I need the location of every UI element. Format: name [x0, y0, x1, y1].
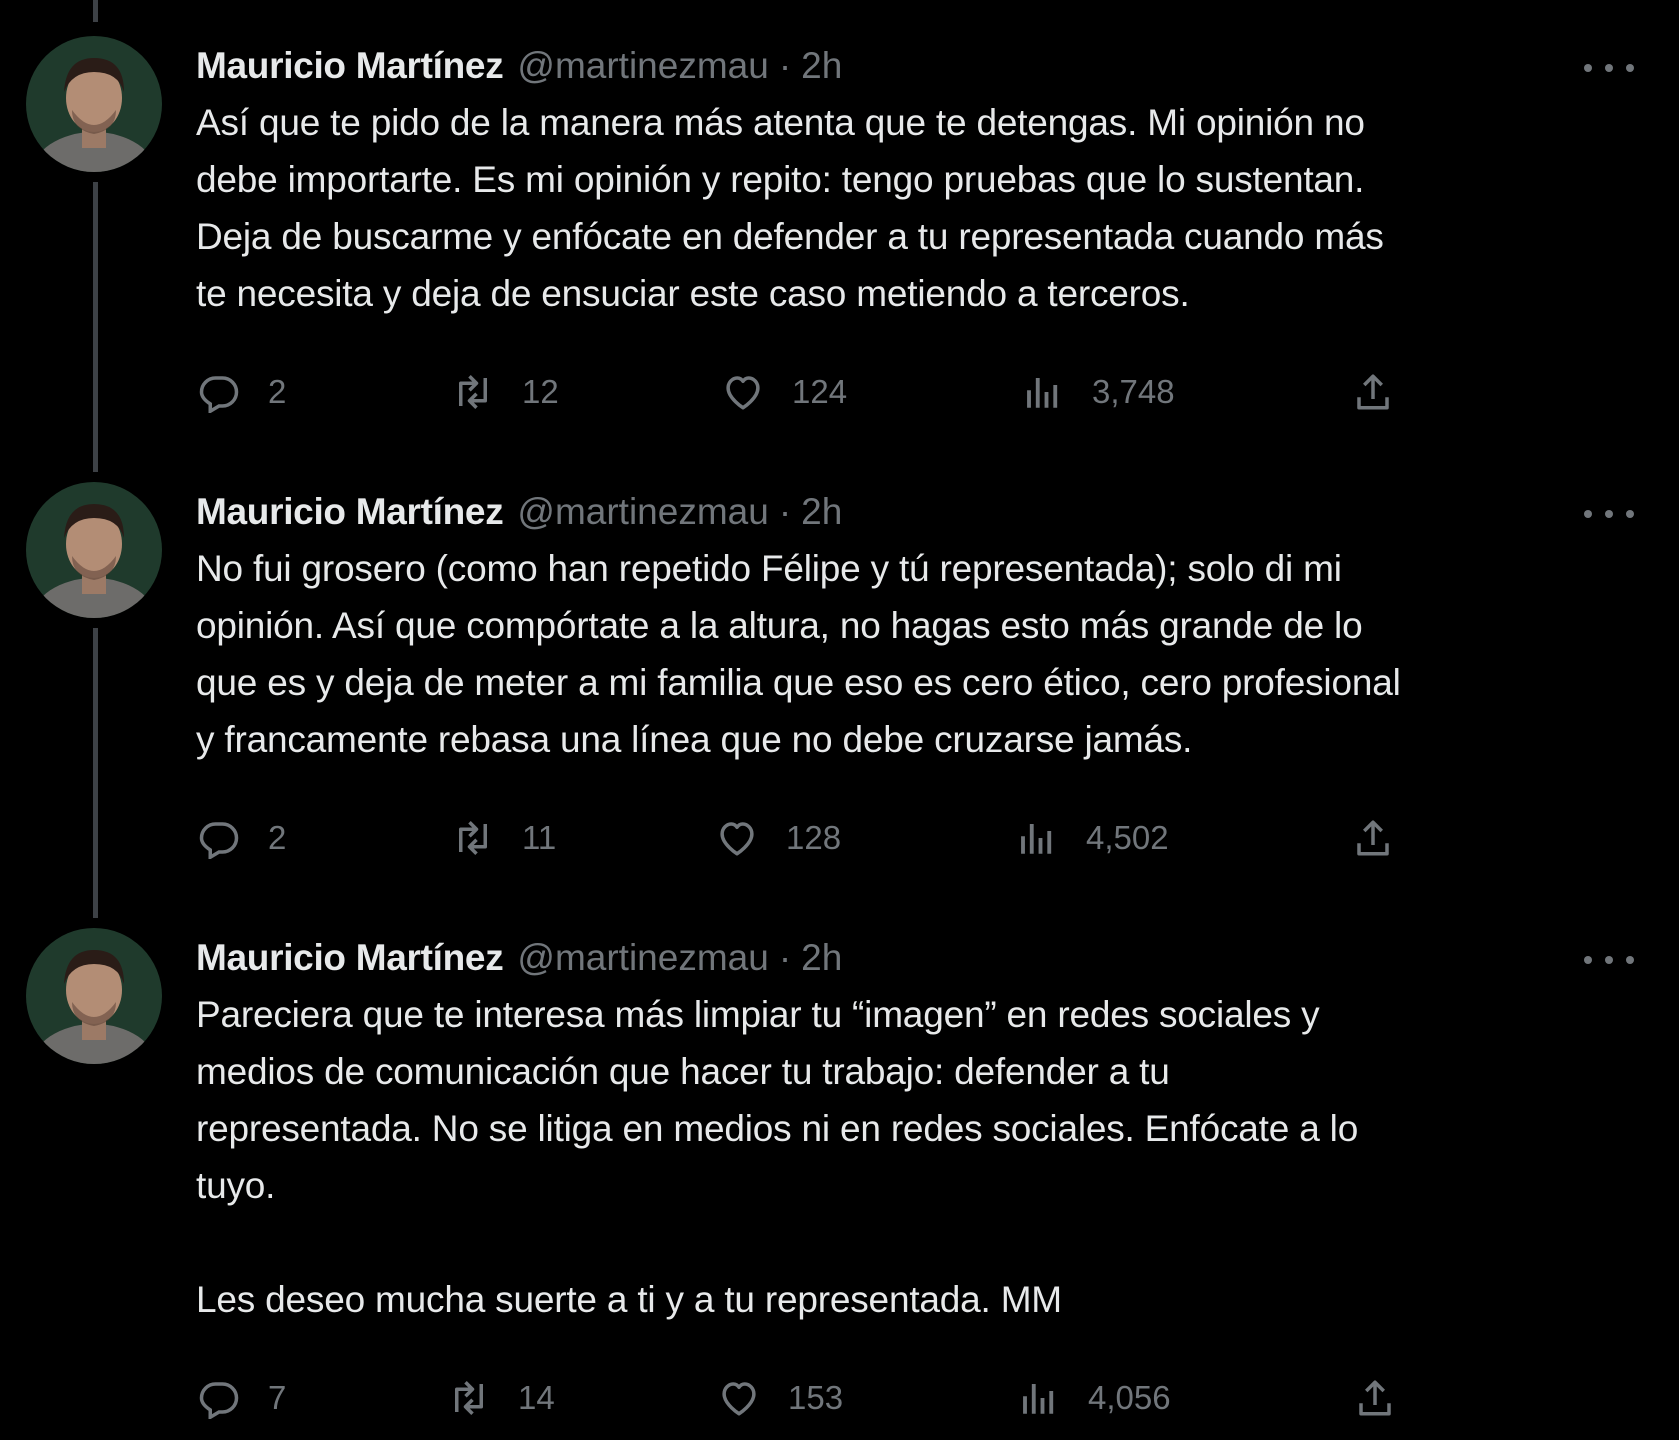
share-button[interactable] [1352, 362, 1394, 422]
like-button[interactable]: 128 [716, 808, 841, 868]
views-count: 4,056 [1088, 1379, 1171, 1416]
retweet-button[interactable]: 11 [452, 808, 556, 868]
reply-count: 2 [268, 373, 287, 410]
reply-icon [199, 822, 239, 859]
retweet-button[interactable]: 14 [448, 1368, 555, 1428]
like-icon [726, 376, 760, 410]
share-button[interactable] [1352, 808, 1394, 868]
more-icon[interactable] [1584, 504, 1634, 524]
avatar-image [26, 928, 162, 1064]
more-icon[interactable] [1584, 950, 1634, 970]
reply-button[interactable]: 7 [198, 1368, 286, 1428]
reply-count: 7 [268, 1379, 287, 1416]
tweet-header: Mauricio Martínez @martinezmau · 2h [196, 488, 842, 536]
retweet-count: 14 [518, 1379, 555, 1416]
author-name[interactable]: Mauricio Martínez [196, 934, 504, 982]
author-name[interactable]: Mauricio Martínez [196, 42, 504, 90]
reply-icon [199, 1382, 239, 1419]
views-button[interactable]: 4,056 [1018, 1368, 1171, 1428]
avatar[interactable] [26, 482, 162, 618]
timestamp[interactable]: 2h [801, 488, 842, 536]
tweet-header: Mauricio Martínez @martinezmau · 2h [196, 934, 842, 982]
tweet-text: Pareciera que te interesa más limpiar tu… [196, 994, 1359, 1320]
share-icon [1357, 820, 1389, 856]
tweet[interactable]: Mauricio Martínez @martinezmau · 2h Así … [0, 36, 1679, 446]
views-icon [1021, 824, 1052, 854]
retweet-icon [459, 375, 487, 409]
avatar-image [26, 482, 162, 618]
author-handle[interactable]: @martinezmau [517, 488, 768, 536]
thread-line [93, 0, 98, 22]
reply-button[interactable]: 2 [198, 362, 286, 422]
reply-count: 2 [268, 819, 287, 856]
retweet-count: 12 [522, 373, 559, 410]
tweet[interactable]: Mauricio Martínez @martinezmau · 2h Pare… [0, 928, 1679, 1428]
views-count: 3,748 [1092, 373, 1175, 410]
views-icon [1023, 1384, 1054, 1414]
timestamp[interactable]: 2h [801, 42, 842, 90]
share-icon [1359, 1380, 1391, 1416]
views-button[interactable]: 3,748 [1022, 362, 1175, 422]
retweet-icon [455, 1381, 483, 1415]
author-handle[interactable]: @martinezmau [517, 934, 768, 982]
separator: · [778, 937, 792, 978]
tweet-text: No fui grosero (como han repetido Félipe… [196, 548, 1401, 760]
tweet-header: Mauricio Martínez @martinezmau · 2h [196, 42, 842, 90]
views-button[interactable]: 4,502 [1016, 808, 1169, 868]
separator: · [778, 45, 792, 86]
author-name[interactable]: Mauricio Martínez [196, 488, 504, 536]
like-button[interactable]: 124 [722, 362, 847, 422]
avatar-image [26, 36, 162, 172]
separator: · [778, 491, 792, 532]
like-count: 153 [788, 1379, 844, 1416]
like-count: 128 [786, 819, 842, 856]
action-bar: 2 12 124 3,748 [196, 362, 1446, 422]
action-bar: 7 14 153 4,056 [196, 1368, 1446, 1428]
share-icon [1357, 374, 1389, 410]
like-icon [722, 1382, 756, 1416]
like-icon [720, 822, 754, 856]
timestamp[interactable]: 2h [801, 934, 842, 982]
action-bar: 2 11 128 4,502 [196, 808, 1446, 868]
views-icon [1027, 378, 1058, 408]
author-handle[interactable]: @martinezmau [517, 42, 768, 90]
views-count: 4,502 [1086, 819, 1169, 856]
share-button[interactable] [1354, 1368, 1396, 1428]
reply-button[interactable]: 2 [198, 808, 286, 868]
retweet-count: 11 [522, 819, 557, 856]
like-button[interactable]: 153 [718, 1368, 843, 1428]
tweet[interactable]: Mauricio Martínez @martinezmau · 2h No f… [0, 482, 1679, 892]
reply-icon [199, 376, 239, 413]
tweet-text: Así que te pido de la manera más atenta … [196, 102, 1384, 314]
avatar[interactable] [26, 928, 162, 1064]
retweet-icon [459, 821, 487, 855]
like-count: 124 [792, 373, 848, 410]
retweet-button[interactable]: 12 [452, 362, 559, 422]
avatar[interactable] [26, 36, 162, 172]
more-icon[interactable] [1584, 58, 1634, 78]
